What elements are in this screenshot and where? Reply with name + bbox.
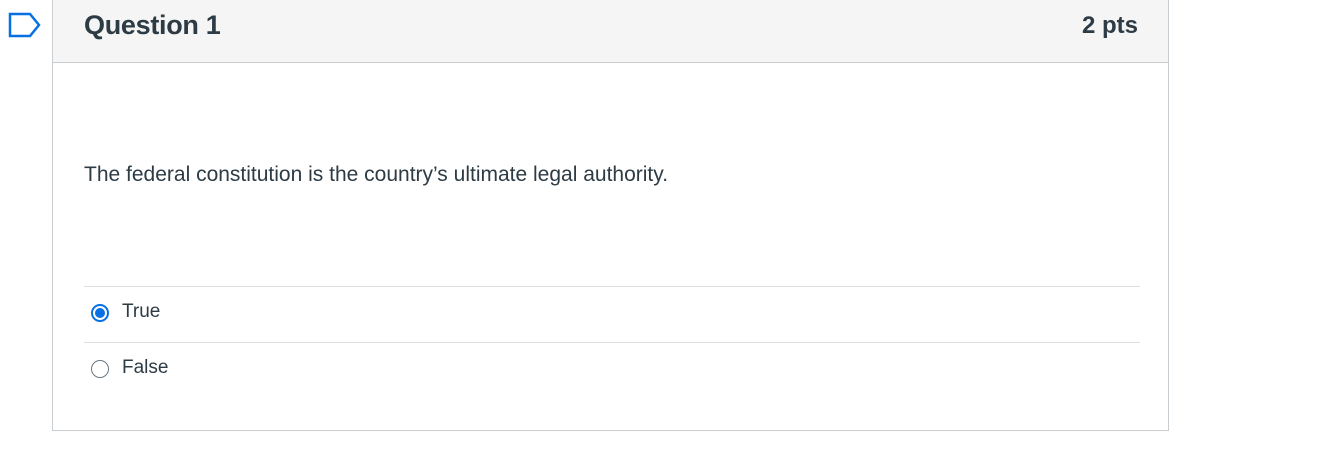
- radio-button-false[interactable]: [91, 360, 109, 378]
- question-points: 2 pts: [1081, 12, 1138, 39]
- answer-label: False: [122, 357, 169, 378]
- radio-button-true[interactable]: [91, 304, 109, 322]
- question-title: Question 1: [84, 10, 221, 40]
- answer-option-true[interactable]: True: [84, 286, 1140, 342]
- answer-list: True False: [84, 286, 1140, 398]
- answer-option-false[interactable]: False: [84, 342, 1140, 398]
- flag-question-icon[interactable]: [8, 12, 42, 38]
- question-text: The federal constitution is the country’…: [84, 163, 669, 186]
- answer-label: True: [122, 301, 161, 322]
- question-header: Question 1 2 pts: [53, 0, 1168, 63]
- question-card: Question 1 2 pts The federal constitutio…: [52, 0, 1169, 431]
